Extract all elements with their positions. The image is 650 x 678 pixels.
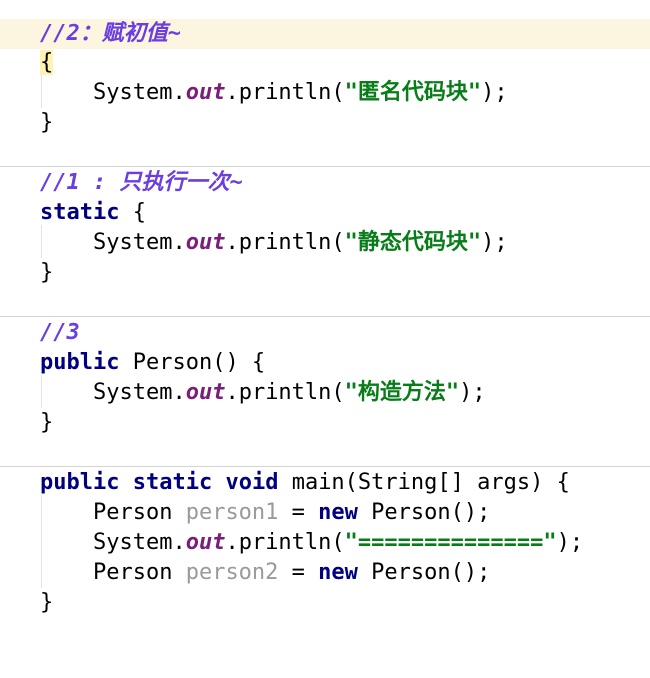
indent-guide (41, 75, 42, 108)
field-out: out (185, 80, 226, 105)
print-suffix: ); (481, 230, 508, 255)
keyword-new: new (318, 560, 358, 585)
print-method: .println( (225, 380, 345, 405)
keyword-public: public (40, 470, 120, 495)
constructor-call: Person(); (357, 500, 491, 525)
print-prefix: System. (92, 380, 186, 405)
keyword-static: static (40, 200, 120, 225)
string-literal: "==============" (344, 530, 557, 555)
print-method: .println( (225, 230, 345, 255)
constructor-call: Person(); (357, 560, 491, 585)
indent-guide (41, 225, 42, 258)
code-line-open-brace[interactable]: { (0, 48, 650, 78)
brace-close: } (40, 260, 54, 285)
code-line-main-signature[interactable]: public static void main(String[] args) { (0, 468, 650, 498)
print-suffix: ); (459, 380, 486, 405)
method-separator (0, 316, 650, 317)
main-signature: main(String[] args) { (278, 470, 570, 495)
brace-close: } (40, 590, 54, 615)
comment: //3 (40, 320, 80, 345)
type-person: Person (92, 500, 186, 525)
code-line-constructor[interactable]: public Person() { (0, 348, 650, 378)
keyword-public: public (40, 350, 120, 375)
indent-guide (41, 495, 42, 588)
keyword-new: new (318, 500, 358, 525)
print-prefix: System. (92, 530, 186, 555)
string-literal: "构造方法" (344, 380, 460, 405)
code-line-comment-block2[interactable]: //2：赋初值~ (0, 19, 650, 49)
code-line-static[interactable]: static { (0, 198, 650, 228)
code-line-person1[interactable]: Person person1 = new Person(); (0, 498, 650, 528)
assign-operator: = (278, 560, 319, 585)
print-method: .println( (225, 530, 345, 555)
code-editor[interactable]: //2：赋初值~ { System.out.println("匿名代码块"); … (0, 0, 650, 623)
keyword-static: static (132, 470, 213, 495)
code-line-println-separator[interactable]: System.out.println("=============="); (0, 528, 650, 558)
variable-person2: person2 (185, 560, 279, 585)
brace-open: { (40, 50, 54, 75)
code-line-println-static[interactable]: System.out.println("静态代码块"); (0, 228, 650, 258)
code-line-comment-block3[interactable]: //3 (0, 318, 650, 348)
constructor-signature: Person() { (119, 350, 266, 375)
code-line-person2[interactable]: Person person2 = new Person(); (0, 558, 650, 588)
print-method: .println( (225, 80, 345, 105)
code-line-close-brace[interactable]: } (0, 588, 650, 618)
indent-guide (41, 375, 42, 408)
string-literal: "静态代码块" (344, 230, 482, 255)
code-line-close-brace[interactable]: } (0, 108, 650, 138)
field-out: out (185, 530, 226, 555)
print-suffix: ); (556, 530, 584, 555)
brace-open: { (119, 200, 146, 225)
method-separator (0, 166, 650, 167)
variable-person1: person1 (185, 500, 279, 525)
print-prefix: System. (92, 80, 186, 105)
code-line-println-constructor[interactable]: System.out.println("构造方法"); (0, 378, 650, 408)
brace-close: } (40, 110, 54, 135)
print-prefix: System. (92, 230, 186, 255)
field-out: out (185, 380, 226, 405)
brace-close: } (40, 410, 54, 435)
code-line-close-brace[interactable]: } (0, 258, 650, 288)
string-literal: "匿名代码块" (344, 80, 482, 105)
keyword-void: void (225, 470, 279, 495)
code-line-println-anonymous[interactable]: System.out.println("匿名代码块"); (0, 78, 650, 108)
code-line-comment-block1[interactable]: //1 : 只执行一次~ (0, 168, 650, 198)
print-suffix: ); (481, 80, 508, 105)
comment: //1 : 只执行一次~ (40, 170, 243, 195)
comment: //2：赋初值~ (40, 21, 181, 46)
code-line-close-brace[interactable]: } (0, 408, 650, 438)
type-person: Person (92, 560, 186, 585)
method-separator (0, 466, 650, 467)
field-out: out (185, 230, 226, 255)
assign-operator: = (278, 500, 319, 525)
